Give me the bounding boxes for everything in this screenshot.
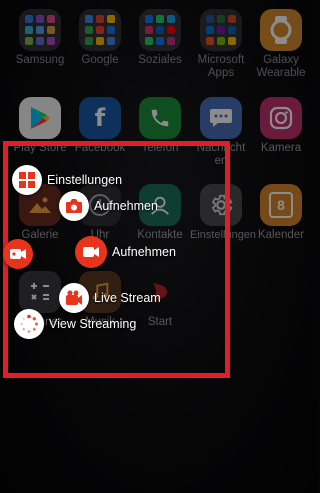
quick-action-view-streaming[interactable]: View Streaming <box>14 309 136 339</box>
screen-recorder-icon <box>3 239 33 269</box>
quick-action-label: View Streaming <box>49 317 137 331</box>
quick-action-label: Live Stream <box>94 291 161 305</box>
quick-action-record-camera[interactable]: Aufnehmen <box>59 191 158 221</box>
video-record-icon <box>75 236 107 268</box>
camera-record-icon <box>59 191 89 221</box>
quick-action-record-screen[interactable]: Aufnehmen <box>75 236 176 268</box>
floating-recorder-handle[interactable] <box>3 239 33 269</box>
quick-action-label: Einstellungen <box>47 173 123 187</box>
view-streaming-icon <box>14 309 44 339</box>
quick-action-label: Aufnehmen <box>94 199 158 213</box>
quick-action-label: Aufnehmen <box>112 245 176 259</box>
settings-grid-icon <box>12 165 42 195</box>
